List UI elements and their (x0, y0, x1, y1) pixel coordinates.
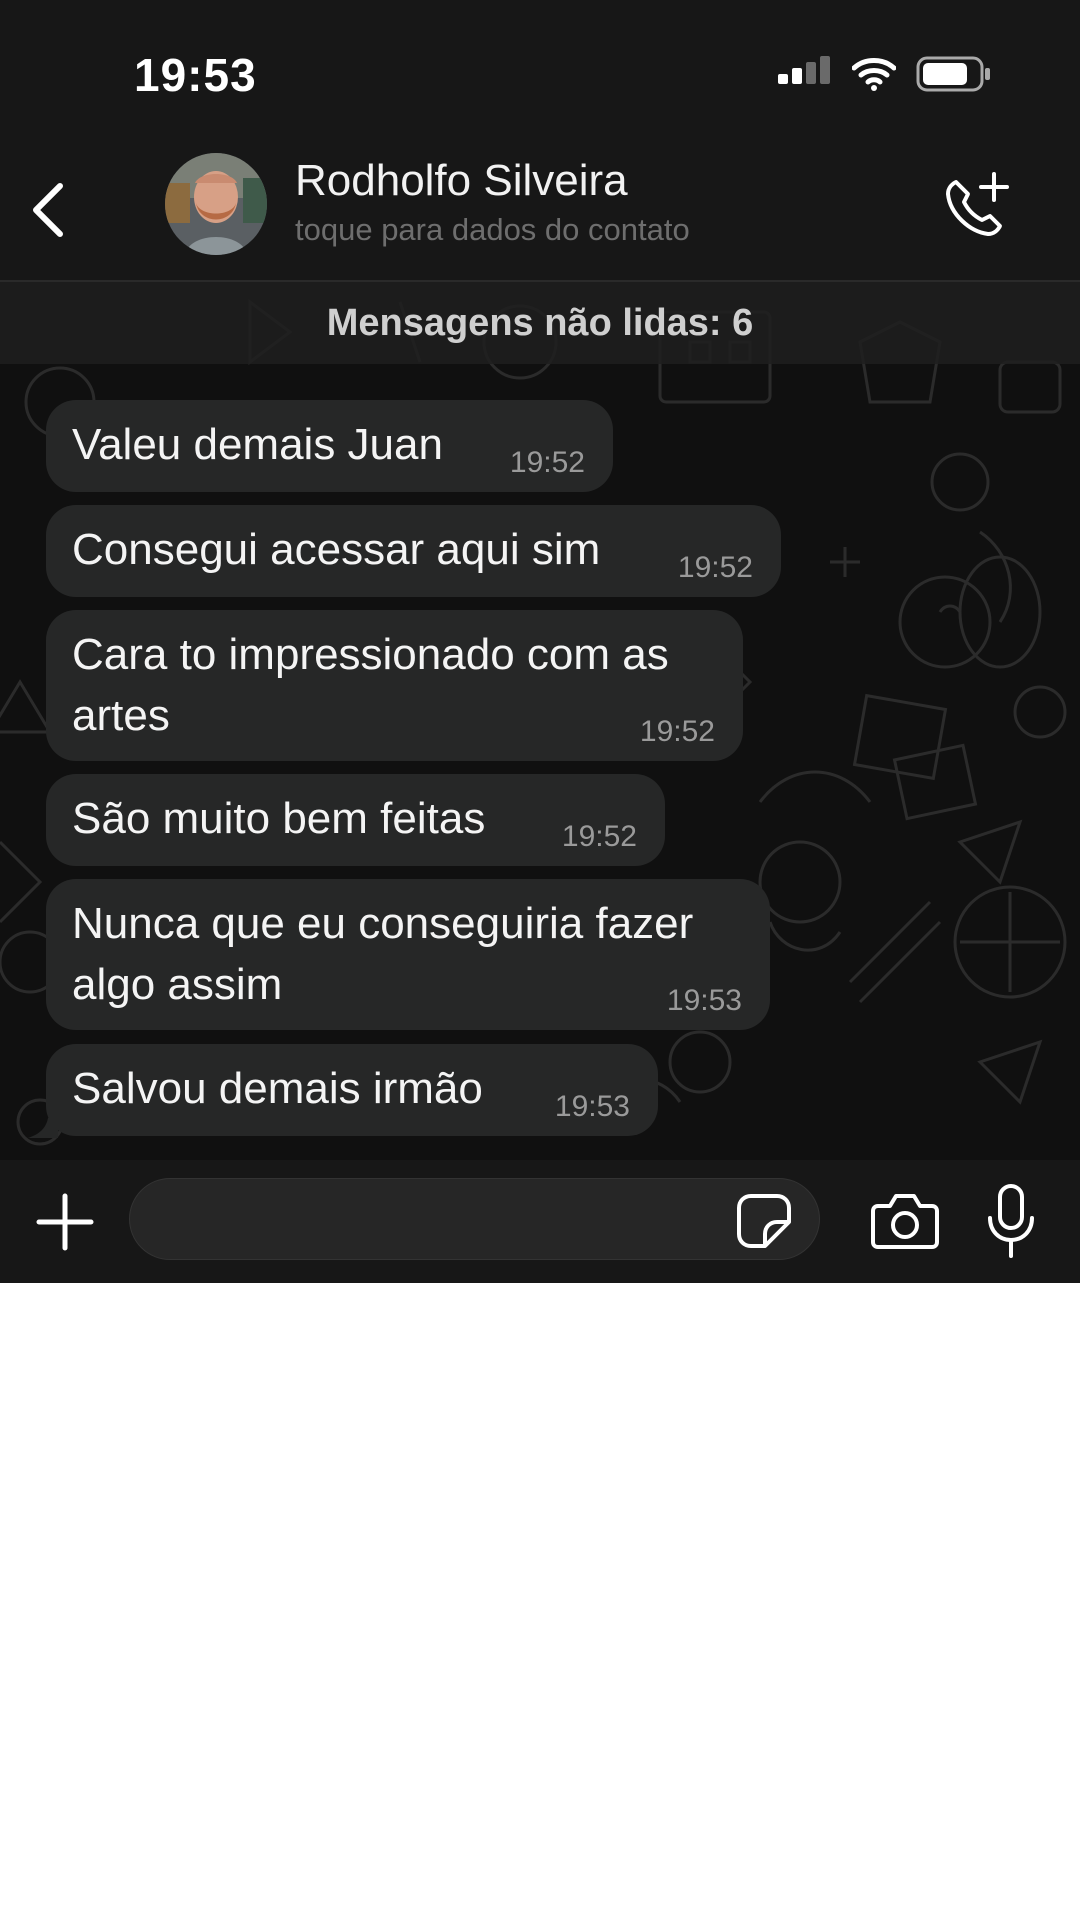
status-icons (778, 56, 992, 97)
message-time: 19:52 (677, 551, 753, 584)
message-time: 19:52 (639, 715, 715, 748)
microphone-icon (988, 1184, 1034, 1258)
back-button[interactable] (18, 175, 78, 245)
message-bubble[interactable]: Valeu demais Juan 19:52 (46, 400, 613, 492)
message-text: Valeu demais Juan (72, 420, 443, 469)
unread-count-label: Mensagens não lidas: 6 (326, 301, 754, 344)
chat-header: Rodholfo Silveira toque para dados do co… (0, 140, 1080, 280)
contact-name[interactable]: Rodholfo Silveira (295, 156, 628, 206)
plus-icon (36, 1193, 94, 1251)
message-bubble[interactable]: Consegui acessar aqui sim 19:52 (46, 505, 781, 597)
message-time: 19:52 (509, 446, 585, 479)
unread-messages-banner: Mensagens não lidas: 6 (0, 282, 1080, 364)
composer-bar (0, 1160, 1080, 1283)
sticker-button[interactable] (735, 1192, 793, 1250)
message-bubble[interactable]: Nunca que eu conseguiria fazer algo assi… (46, 879, 770, 1030)
message-time: 19:52 (561, 820, 637, 853)
bubble-tail (28, 1118, 58, 1138)
message-text: Nunca que eu conseguiria fazer algo assi… (72, 899, 694, 1009)
message-text: Cara to impressionado com as artes (72, 630, 669, 740)
message-text: Salvou demais irmão (72, 1064, 483, 1113)
sticker-icon (737, 1194, 791, 1248)
wifi-icon (851, 57, 897, 96)
message-bubble[interactable]: Salvou demais irmão 19:53 (46, 1044, 658, 1136)
microphone-button[interactable] (985, 1182, 1037, 1262)
chat-screen: 19:53 Rodholfo Silveira toque para dados… (0, 0, 1080, 1283)
contact-avatar[interactable] (165, 153, 267, 255)
message-text: São muito bem feitas (72, 794, 486, 843)
message-text: Consegui acessar aqui sim (72, 525, 601, 574)
cellular-signal-icon (778, 56, 832, 97)
contact-info-hint[interactable]: toque para dados do contato (295, 212, 690, 248)
phone-plus-icon (946, 172, 1009, 236)
attach-button[interactable] (33, 1190, 97, 1254)
message-input[interactable] (129, 1178, 820, 1260)
camera-button[interactable] (870, 1190, 940, 1252)
message-time: 19:53 (666, 984, 742, 1017)
status-bar: 19:53 (0, 0, 1080, 140)
status-time: 19:53 (134, 49, 257, 101)
camera-icon (871, 1194, 939, 1249)
call-button[interactable] (942, 170, 1012, 240)
chevron-left-icon (33, 183, 63, 237)
battery-icon (916, 56, 992, 97)
message-bubble[interactable]: Cara to impressionado com as artes 19:52 (46, 610, 743, 761)
message-time: 19:53 (554, 1090, 630, 1123)
message-bubble[interactable]: São muito bem feitas 19:52 (46, 774, 665, 866)
